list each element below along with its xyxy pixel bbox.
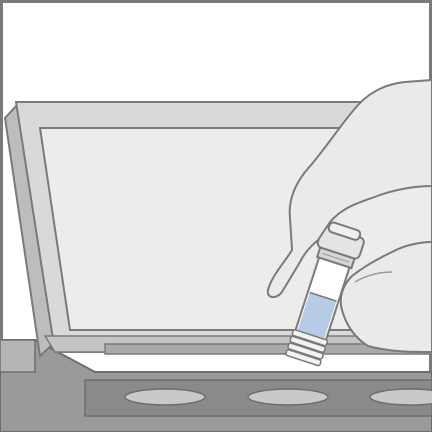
illustration bbox=[0, 0, 432, 432]
well-3 bbox=[369, 388, 432, 406]
illustration-svg bbox=[0, 0, 432, 432]
well-2 bbox=[247, 388, 329, 406]
well-1 bbox=[124, 388, 206, 406]
